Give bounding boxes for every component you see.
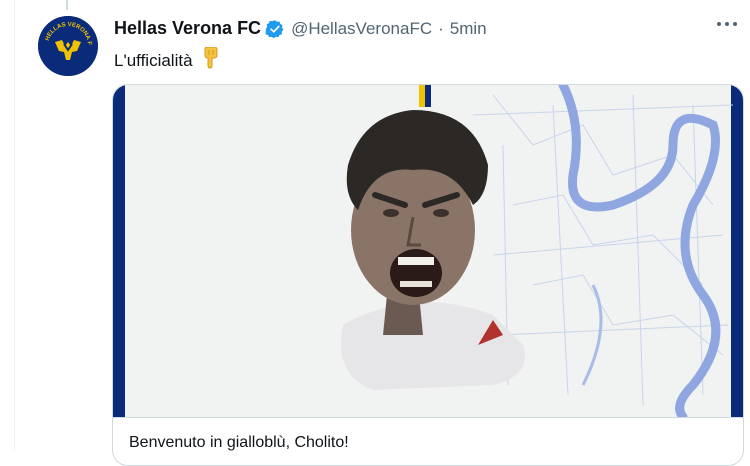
- verified-badge-icon: [265, 19, 285, 39]
- avatar[interactable]: HELLAS VERONA FC: [38, 16, 98, 76]
- tweet-header: Hellas Verona FC @HellasVeronaFC · 5min: [114, 18, 487, 39]
- separator-dot: ·: [438, 18, 444, 38]
- card-caption[interactable]: Benvenuto in gialloblù, Cholito!: [113, 417, 743, 465]
- tweet-body: L'ufficialità: [114, 46, 221, 74]
- player-announcement-graphic: [113, 85, 743, 422]
- more-options-icon[interactable]: [714, 14, 740, 34]
- card-image[interactable]: [113, 85, 743, 422]
- timestamp[interactable]: 5min: [450, 19, 487, 39]
- user-handle[interactable]: @HellasVeronaFC: [291, 19, 432, 39]
- hellas-verona-logo-icon: HELLAS VERONA FC: [38, 16, 98, 76]
- display-name[interactable]: Hellas Verona FC: [114, 18, 261, 39]
- link-card[interactable]: Benvenuto in gialloblù, Cholito!: [112, 84, 744, 466]
- pointing-down-hand-icon: [201, 46, 221, 74]
- thread-connector-line: [66, 0, 68, 10]
- tweet-text: L'ufficialità: [114, 50, 193, 70]
- timeline-border: [14, 0, 15, 450]
